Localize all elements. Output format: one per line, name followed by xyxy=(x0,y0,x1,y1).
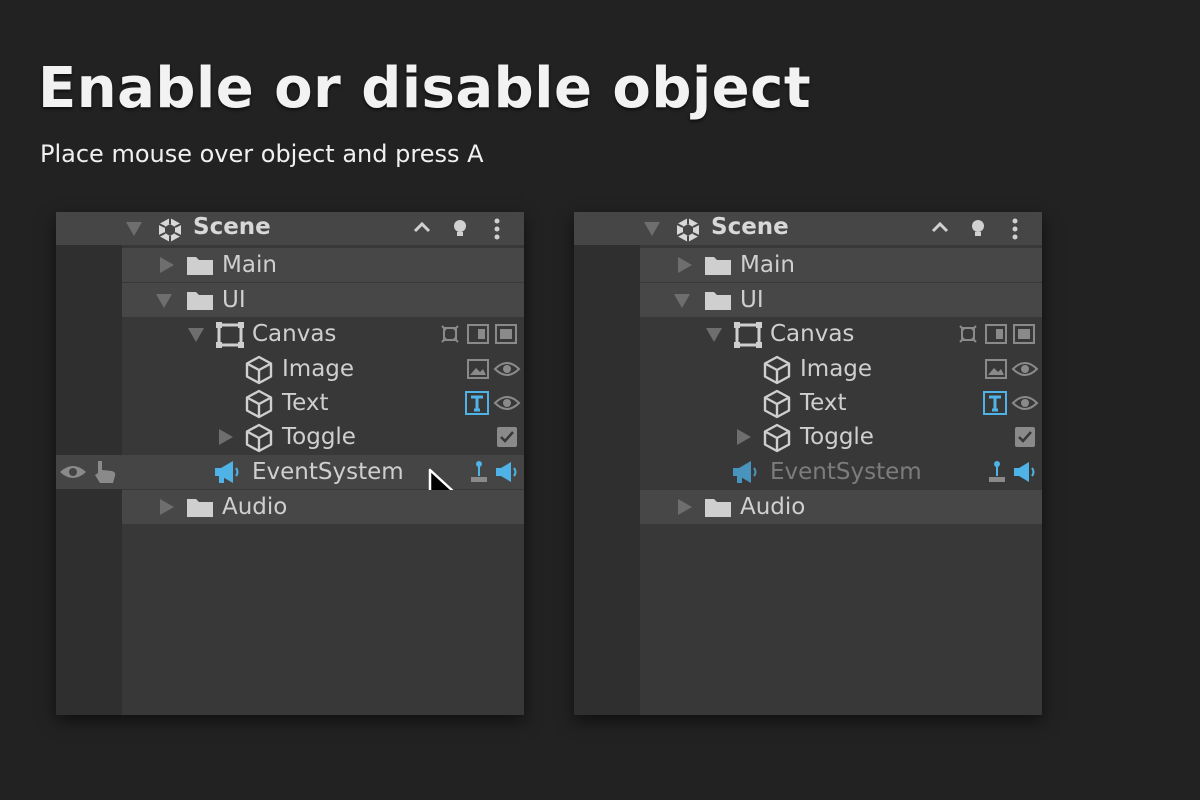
canvas-scaler-icon xyxy=(985,324,1007,344)
tree-item-toggle[interactable]: Toggle xyxy=(574,420,1042,454)
item-label-text: Text xyxy=(282,390,329,416)
page-subtitle: Place mouse over object and press A xyxy=(40,140,484,168)
tree-item-text[interactable]: Text xyxy=(574,386,1042,420)
lightbulb-icon[interactable] xyxy=(452,218,468,240)
tree-item-main[interactable]: Main xyxy=(56,248,524,282)
expand-right-icon[interactable] xyxy=(219,429,233,445)
expand-right-icon[interactable] xyxy=(160,499,174,515)
folder-icon xyxy=(704,496,732,518)
eye-icon[interactable] xyxy=(1011,393,1039,413)
tree-item-audio[interactable]: Audio xyxy=(56,490,524,524)
hand-pointer-icon[interactable] xyxy=(92,459,118,485)
rect-transform-icon xyxy=(441,325,459,343)
folder-icon xyxy=(186,289,214,311)
item-label-canvas: Canvas xyxy=(252,321,337,347)
text-component-icon xyxy=(465,391,489,415)
item-label-eventsystem: EventSystem xyxy=(770,459,922,485)
item-label-audio: Audio xyxy=(740,494,806,520)
tree-item-main[interactable]: Main xyxy=(574,248,1042,282)
kebab-menu-icon[interactable] xyxy=(1011,218,1019,240)
eye-icon[interactable] xyxy=(1011,359,1039,379)
tree-item-toggle[interactable]: Toggle xyxy=(56,420,524,454)
tree-item-text[interactable]: Text xyxy=(56,386,524,420)
cube-icon xyxy=(762,355,792,385)
cube-icon xyxy=(244,423,274,453)
expand-right-icon[interactable] xyxy=(678,257,692,273)
chevron-up-icon[interactable] xyxy=(412,219,432,235)
item-label-image: Image xyxy=(800,356,873,382)
item-label-main: Main xyxy=(740,252,795,278)
graphic-raycaster-icon xyxy=(495,324,517,344)
tree-item-canvas[interactable]: Canvas xyxy=(56,317,524,351)
megaphone-icon xyxy=(1012,460,1038,484)
joystick-icon xyxy=(987,460,1007,484)
item-label-text: Text xyxy=(800,390,847,416)
tree-item-canvas[interactable]: Canvas xyxy=(574,317,1042,351)
item-label-ui: UI xyxy=(740,287,764,313)
chevron-up-icon[interactable] xyxy=(930,219,950,235)
checkbox-icon xyxy=(497,427,517,447)
expand-down-icon[interactable] xyxy=(706,328,722,342)
cube-icon xyxy=(244,389,274,419)
unity-scene-icon xyxy=(156,216,184,244)
item-label-toggle: Toggle xyxy=(800,424,874,450)
tree-item-eventsystem[interactable]: EventSystem xyxy=(574,455,1042,489)
cube-icon xyxy=(244,355,274,385)
canvas-icon xyxy=(215,321,245,349)
checkbox-icon xyxy=(1015,427,1035,447)
expand-down-icon[interactable] xyxy=(644,222,660,236)
scene-label: Scene xyxy=(193,214,271,240)
megaphone-icon xyxy=(213,459,243,485)
tree-item-image[interactable]: Image xyxy=(56,352,524,386)
image-component-icon xyxy=(467,359,489,379)
joystick-icon xyxy=(469,460,489,484)
eye-icon[interactable] xyxy=(493,359,521,379)
eye-icon[interactable] xyxy=(493,393,521,413)
item-label-ui: UI xyxy=(222,287,246,313)
item-label-toggle: Toggle xyxy=(282,424,356,450)
item-label-image: Image xyxy=(282,356,355,382)
folder-icon xyxy=(186,254,214,276)
item-label-eventsystem: EventSystem xyxy=(252,459,404,485)
scene-label: Scene xyxy=(711,214,789,240)
item-label-audio: Audio xyxy=(222,494,288,520)
expand-down-icon[interactable] xyxy=(188,328,204,342)
tree-item-ui[interactable]: UI xyxy=(574,283,1042,317)
expand-down-icon[interactable] xyxy=(674,294,690,308)
folder-icon xyxy=(704,289,732,311)
expand-down-icon[interactable] xyxy=(126,222,142,236)
cube-icon xyxy=(762,423,792,453)
expand-right-icon[interactable] xyxy=(678,499,692,515)
tree-item-image[interactable]: Image xyxy=(574,352,1042,386)
expand-right-icon[interactable] xyxy=(160,257,174,273)
scene-header-row[interactable]: Scene xyxy=(574,212,1042,245)
folder-icon xyxy=(704,254,732,276)
expand-down-icon[interactable] xyxy=(156,294,172,308)
item-label-canvas: Canvas xyxy=(770,321,855,347)
hierarchy-panel-before: Scene Main UI Canvas Image Text Toggle E… xyxy=(56,212,524,715)
tree-item-ui[interactable]: UI xyxy=(56,283,524,317)
scene-header-row[interactable]: Scene xyxy=(56,212,524,245)
hierarchy-panel-after: Scene Main UI Canvas Image Text Toggle E… xyxy=(574,212,1042,715)
expand-right-icon[interactable] xyxy=(737,429,751,445)
eye-icon[interactable] xyxy=(58,462,88,482)
canvas-icon xyxy=(733,321,763,349)
canvas-scaler-icon xyxy=(467,324,489,344)
tree-item-audio[interactable]: Audio xyxy=(574,490,1042,524)
tree-item-eventsystem[interactable]: EventSystem xyxy=(56,455,524,512)
megaphone-icon xyxy=(494,460,520,484)
image-component-icon xyxy=(985,359,1007,379)
kebab-menu-icon[interactable] xyxy=(493,218,501,240)
text-component-icon xyxy=(983,391,1007,415)
megaphone-icon xyxy=(731,459,761,485)
unity-scene-icon xyxy=(674,216,702,244)
cube-icon xyxy=(762,389,792,419)
rect-transform-icon xyxy=(959,325,977,343)
folder-icon xyxy=(186,496,214,518)
page-title: Enable or disable object xyxy=(38,56,812,121)
item-label-main: Main xyxy=(222,252,277,278)
graphic-raycaster-icon xyxy=(1013,324,1035,344)
lightbulb-icon[interactable] xyxy=(970,218,986,240)
